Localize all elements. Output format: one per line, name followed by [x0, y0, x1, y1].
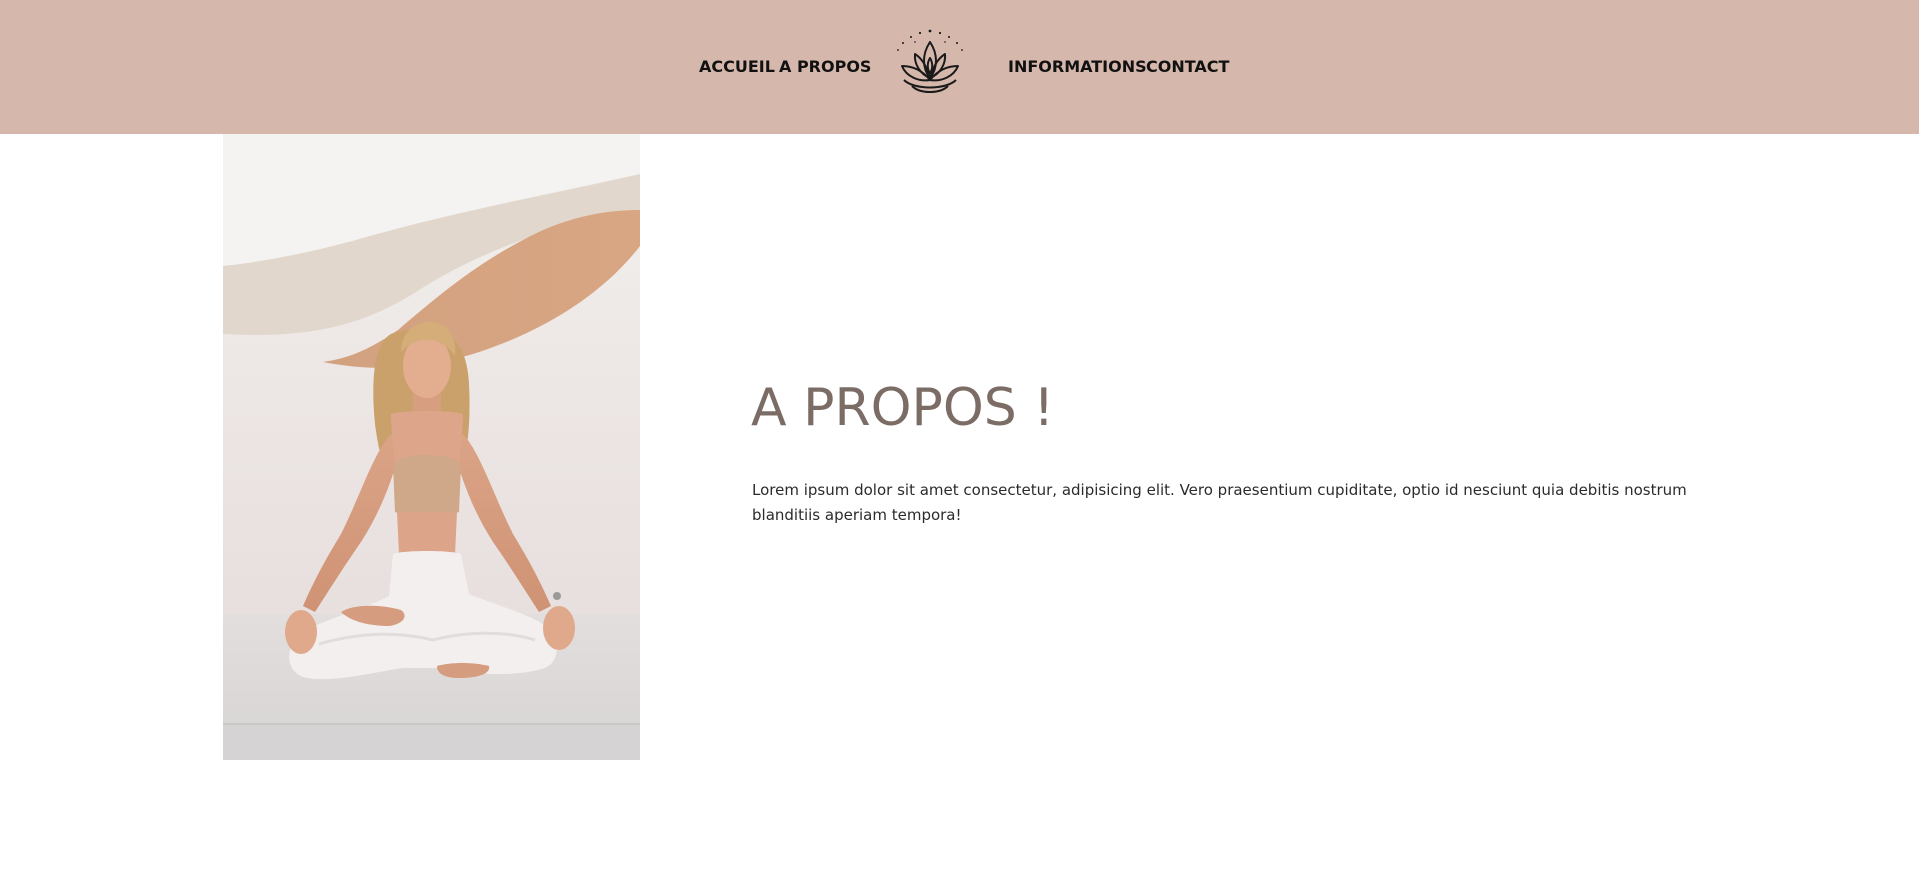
- nav-link-informations[interactable]: INFORMATIONS: [1008, 57, 1147, 76]
- lotus-logo[interactable]: [890, 28, 970, 100]
- nav-link-a-propos[interactable]: A PROPOS: [779, 57, 871, 76]
- meditation-photo: [223, 134, 640, 760]
- nav-link-accueil[interactable]: ACCUEIL: [699, 57, 775, 76]
- lotus-icon: [897, 29, 963, 93]
- site-header: ACCUEIL A PROPOS INFORMATIONS CONTACT: [0, 0, 1919, 134]
- nav-link-contact[interactable]: CONTACT: [1146, 57, 1229, 76]
- page-title: A PROPOS !: [751, 378, 1055, 438]
- intro-paragraph: Lorem ipsum dolor sit amet consectetur, …: [752, 481, 1687, 524]
